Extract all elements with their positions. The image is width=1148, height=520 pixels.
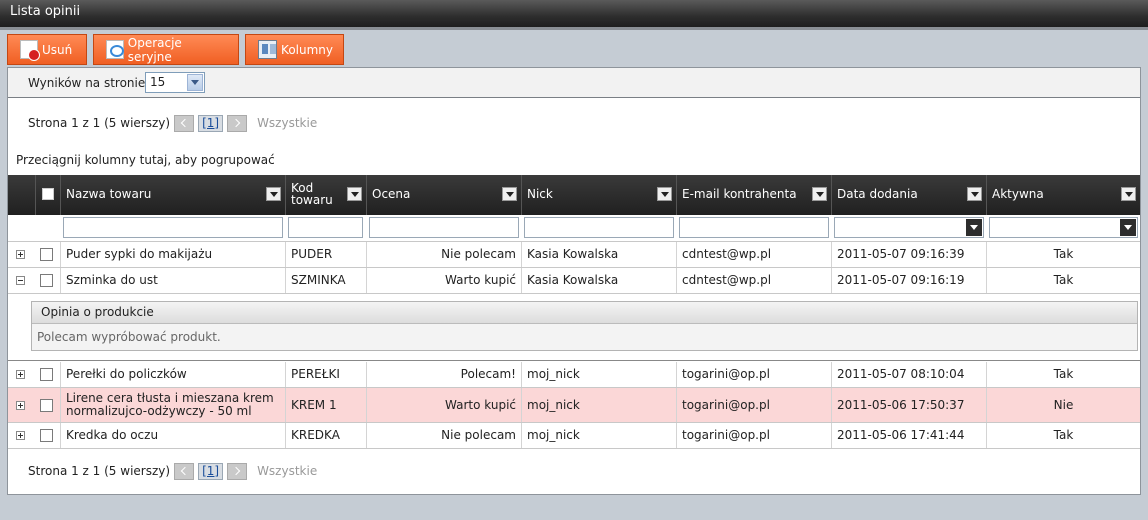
page-size-select[interactable]: 15 bbox=[145, 72, 205, 93]
grid-panel: Wyników na stronie: 15 Strona 1 z 1 (5 w… bbox=[7, 67, 1141, 495]
pager-top: Strona 1 z 1 (5 wierszy) [1] Wszystkie bbox=[28, 113, 317, 133]
prev-page-button[interactable] bbox=[174, 114, 195, 132]
header-name[interactable]: Nazwa towaru bbox=[60, 175, 285, 215]
batch-operations-button[interactable]: Operacje seryjne bbox=[93, 34, 239, 65]
column-menu-icon[interactable] bbox=[502, 187, 517, 201]
page-size-value: 15 bbox=[150, 75, 166, 89]
header-active[interactable]: Aktywna bbox=[986, 175, 1140, 215]
header-nick[interactable]: Nick bbox=[521, 175, 676, 215]
filter-row bbox=[8, 215, 1140, 242]
filter-email-input[interactable] bbox=[679, 217, 829, 238]
page-size-bar: Wyników na stronie: 15 bbox=[8, 68, 1140, 98]
table-row[interactable]: Perełki do policzków PEREŁKI Polecam! mo… bbox=[8, 362, 1140, 388]
row-checkbox[interactable] bbox=[40, 399, 53, 412]
column-menu-icon[interactable] bbox=[347, 187, 362, 201]
product-name-cell: Lirene cera tłusta i mieszana krem norma… bbox=[60, 388, 285, 422]
column-menu-icon[interactable] bbox=[812, 187, 827, 201]
expand-icon[interactable] bbox=[16, 401, 25, 410]
delete-button[interactable]: Usuń bbox=[7, 34, 87, 65]
current-page-link[interactable]: [1] bbox=[198, 114, 224, 132]
columns-button[interactable]: Kolumny bbox=[245, 34, 344, 65]
pager-info: Strona 1 z 1 (5 wierszy) bbox=[28, 116, 171, 130]
header-email[interactable]: E-mail kontrahenta bbox=[676, 175, 831, 215]
row-detail: Opinia o produkcie Polecam wypróbować pr… bbox=[8, 294, 1140, 361]
show-all-link[interactable]: Wszystkie bbox=[257, 116, 317, 130]
filter-name-input[interactable] bbox=[63, 217, 283, 238]
table-row[interactable]: Puder sypki do makijażu PUDER Nie poleca… bbox=[8, 242, 1140, 268]
filter-code-input[interactable] bbox=[288, 217, 363, 238]
row-checkbox[interactable] bbox=[40, 368, 53, 381]
column-menu-icon[interactable] bbox=[967, 187, 982, 201]
opinion-panel: Opinia o produkcie Polecam wypróbować pr… bbox=[31, 301, 1138, 351]
row-checkbox[interactable] bbox=[40, 274, 53, 287]
filter-rating-input[interactable] bbox=[369, 217, 519, 238]
select-all-checkbox[interactable] bbox=[42, 188, 54, 200]
header-date[interactable]: Data dodania bbox=[831, 175, 986, 215]
columns-icon bbox=[258, 40, 278, 59]
next-page-button[interactable] bbox=[227, 114, 248, 132]
pager-info: Strona 1 z 1 (5 wierszy) bbox=[28, 464, 171, 478]
chevron-down-icon[interactable] bbox=[1120, 219, 1136, 236]
chevron-down-icon[interactable] bbox=[187, 74, 203, 91]
column-menu-icon[interactable] bbox=[1121, 187, 1136, 201]
delete-icon bbox=[20, 40, 40, 61]
group-by-area[interactable]: Przeciągnij kolumny tutaj, aby pogrupowa… bbox=[16, 153, 275, 167]
current-page-link[interactable]: [1] bbox=[198, 462, 224, 480]
show-all-link[interactable]: Wszystkie bbox=[257, 464, 317, 478]
filter-active-select[interactable] bbox=[989, 217, 1138, 238]
columns-button-label: Kolumny bbox=[281, 42, 333, 57]
chevron-down-icon[interactable] bbox=[966, 219, 982, 236]
table-header: Nazwa towaru Kod towaru Ocena Nick E-mai… bbox=[8, 175, 1140, 215]
batch-operations-label: Operacje seryjne bbox=[127, 35, 182, 64]
header-expand bbox=[8, 175, 35, 215]
filter-date-select[interactable] bbox=[834, 217, 984, 238]
expand-icon[interactable] bbox=[16, 431, 25, 440]
toolbar: Usuń Operacje seryjne Kolumny bbox=[0, 30, 1148, 66]
header-code[interactable]: Kod towaru bbox=[285, 175, 366, 215]
expand-icon[interactable] bbox=[16, 250, 25, 259]
refresh-document-icon bbox=[106, 40, 124, 59]
prev-page-button[interactable] bbox=[174, 462, 195, 480]
column-menu-icon[interactable] bbox=[266, 187, 281, 201]
table-row[interactable]: Lirene cera tłusta i mieszana krem norma… bbox=[8, 388, 1140, 423]
pager-bottom: Strona 1 z 1 (5 wierszy) [1] Wszystkie bbox=[28, 461, 317, 481]
collapse-icon[interactable] bbox=[16, 276, 25, 285]
page-size-label: Wyników na stronie: bbox=[28, 76, 150, 90]
header-select bbox=[35, 175, 60, 215]
next-page-button[interactable] bbox=[227, 462, 248, 480]
row-checkbox[interactable] bbox=[40, 429, 53, 442]
opinion-text: Polecam wypróbować produkt. bbox=[37, 330, 221, 344]
delete-button-label: Usuń bbox=[42, 42, 73, 57]
opinion-panel-title: Opinia o produkcie bbox=[32, 302, 1137, 324]
expand-icon[interactable] bbox=[16, 370, 25, 379]
table-row[interactable]: Szminka do ust SZMINKA Warto kupić Kasia… bbox=[8, 268, 1140, 294]
filter-nick-input[interactable] bbox=[524, 217, 674, 238]
window-title: Lista opinii bbox=[0, 0, 1148, 30]
row-checkbox[interactable] bbox=[40, 248, 53, 261]
column-menu-icon[interactable] bbox=[657, 187, 672, 201]
header-rating[interactable]: Ocena bbox=[366, 175, 521, 215]
table-row[interactable]: Kredka do oczu KREDKA Nie polecam moj_ni… bbox=[8, 423, 1140, 449]
